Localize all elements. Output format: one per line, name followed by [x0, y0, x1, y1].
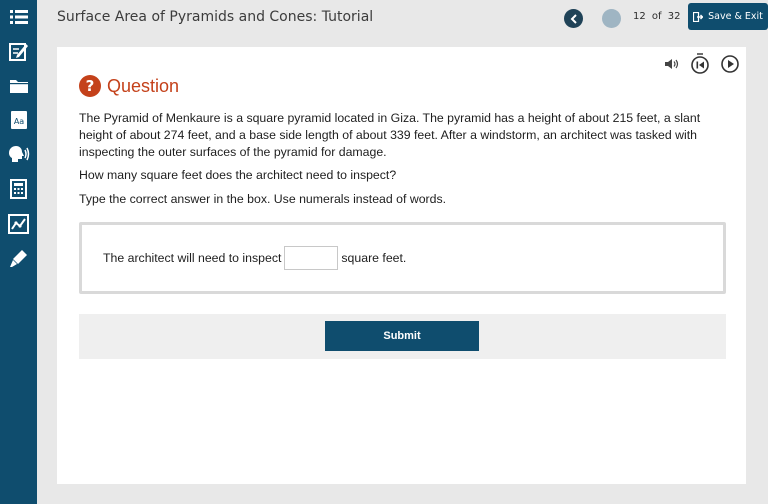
save-exit-button[interactable]: Save & Exit	[688, 3, 768, 30]
question-instructions: Type the correct answer in the box. Use …	[79, 192, 447, 206]
text-to-speech-icon[interactable]	[4, 141, 33, 167]
question-prompt: How many square feet does the architect …	[79, 168, 397, 182]
page-of-label: of	[651, 11, 662, 22]
question-heading: Question	[107, 75, 180, 96]
submit-area: Submit	[79, 314, 726, 359]
exit-icon	[693, 11, 704, 22]
folder-icon[interactable]	[4, 72, 33, 98]
top-bar: Surface Area of Pyramids and Cones: Tuto…	[37, 0, 768, 36]
page-counter: 12 of 32	[633, 11, 683, 22]
play-icon[interactable]	[720, 54, 740, 74]
save-exit-label: Save & Exit	[708, 11, 763, 22]
answer-input[interactable]	[284, 246, 339, 270]
notepad-edit-icon[interactable]	[4, 38, 33, 64]
question-icon: ?	[79, 75, 101, 97]
tutorial-title: Surface Area of Pyramids and Cones: Tuto…	[57, 9, 374, 25]
answer-box: The architect will need to inspect squar…	[79, 222, 726, 294]
answer-row: The architect will need to inspect squar…	[103, 246, 406, 270]
svg-text:Aa: Aa	[13, 117, 23, 126]
audio-controls	[654, 53, 740, 75]
rewind-icon[interactable]	[690, 53, 710, 75]
question-card: ? Question The Pyramid of Menkaure is a …	[57, 47, 746, 484]
graph-icon[interactable]	[4, 211, 33, 237]
highlighter-icon[interactable]	[4, 245, 33, 271]
previous-page-button[interactable]	[564, 9, 583, 28]
dictionary-icon[interactable]: Aa	[4, 107, 33, 133]
question-header: ? Question	[79, 75, 179, 97]
total-pages: 32	[667, 11, 681, 22]
answer-prefix: The architect will need to inspect	[103, 251, 282, 265]
menu-list-icon[interactable]	[4, 4, 33, 30]
answer-suffix: square feet.	[341, 251, 407, 265]
next-page-button[interactable]	[602, 9, 621, 28]
calculator-icon[interactable]	[4, 176, 33, 202]
sidebar: Aa	[0, 0, 37, 504]
chevron-left-icon	[570, 13, 577, 24]
submit-button[interactable]: Submit	[325, 321, 479, 351]
speaker-icon[interactable]	[664, 58, 680, 70]
current-page: 12	[633, 11, 646, 22]
question-paragraph: The Pyramid of Menkaure is a square pyra…	[79, 111, 701, 159]
